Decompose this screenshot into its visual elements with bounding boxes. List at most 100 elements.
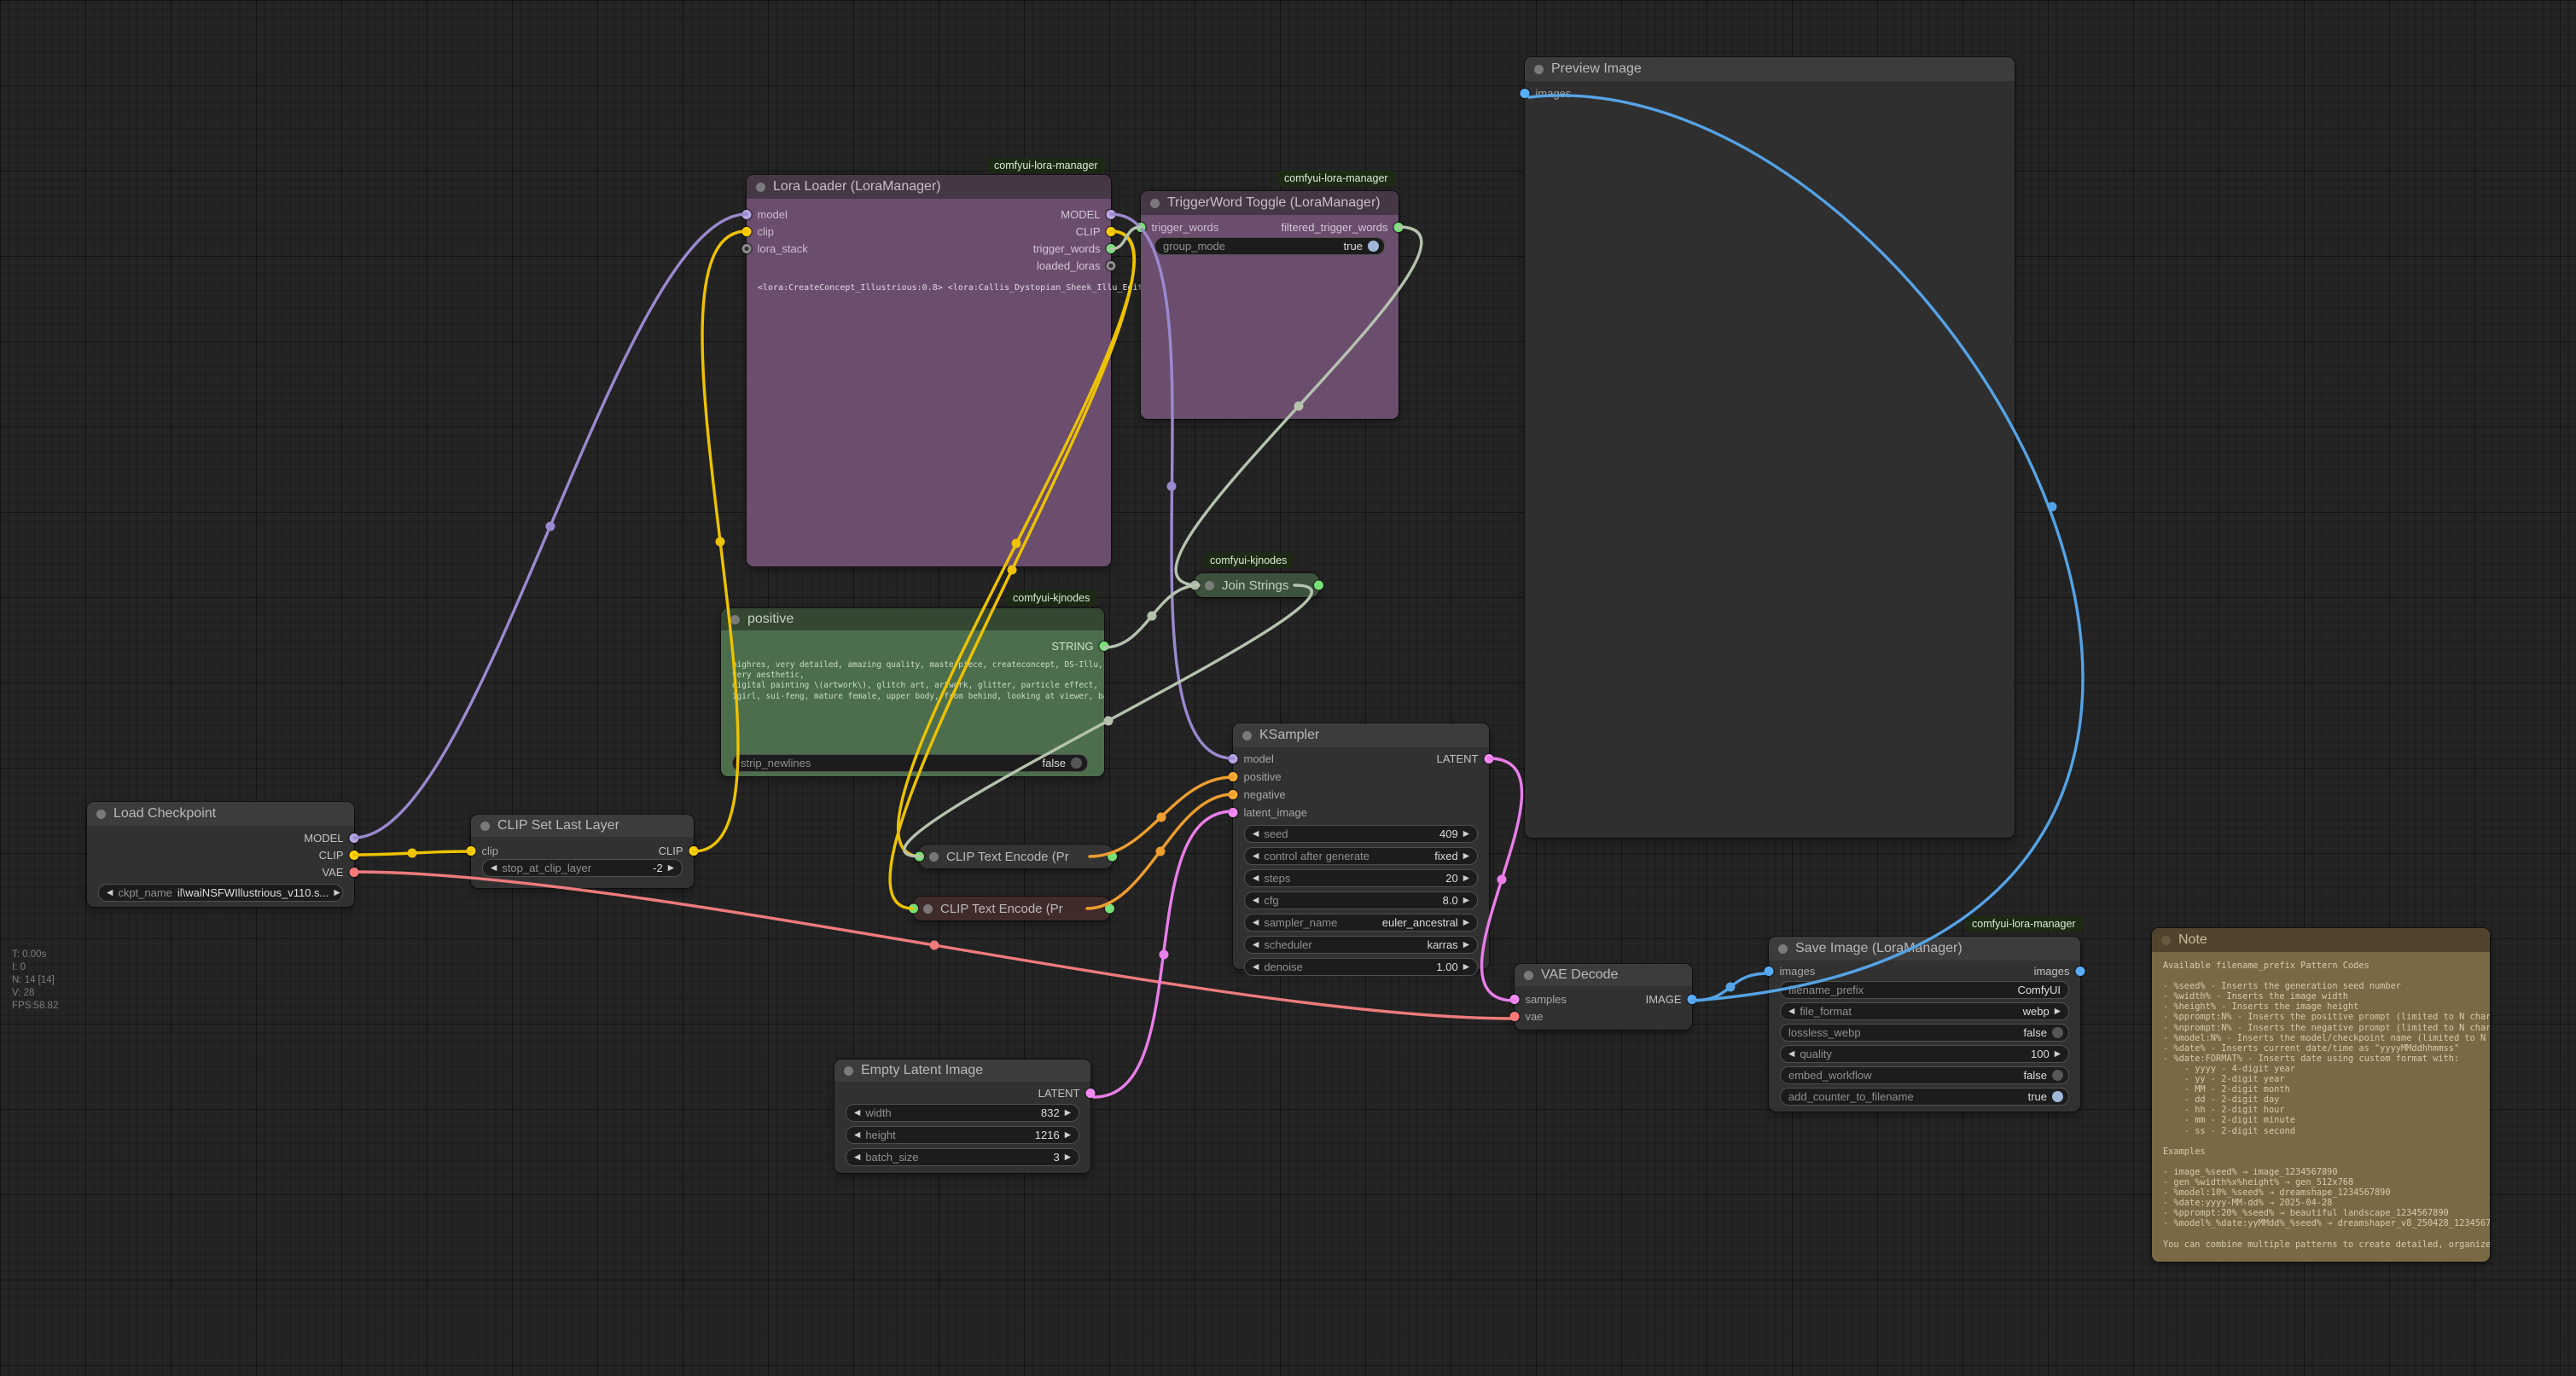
loaded-loras-output-slot[interactable] — [1107, 261, 1116, 270]
filtered-trigger-words-output-slot[interactable] — [1394, 223, 1404, 232]
node-header[interactable]: Note — [2152, 928, 2490, 952]
toggle-off-icon[interactable] — [2052, 1070, 2063, 1081]
combo-right-arrow-icon[interactable]: ▶ — [1065, 1131, 1071, 1140]
node-header[interactable]: KSampler — [1233, 723, 1489, 747]
vae-input-slot[interactable] — [1510, 1012, 1520, 1021]
file-format-widget[interactable]: ◀file_formatwebp▶ — [1780, 1002, 2069, 1020]
node-header[interactable]: Save Image (LoraManager) — [1769, 937, 2080, 961]
collapse-dot-icon[interactable] — [96, 810, 106, 819]
combo-left-arrow-icon[interactable]: ◀ — [1253, 830, 1259, 839]
positive-prompt-text[interactable]: highres, very detailed, amazing quality,… — [721, 654, 1104, 702]
node-clip-text-encode-negative[interactable]: CLIP Text Encode (Pr — [913, 897, 1110, 920]
model-output-slot[interactable] — [350, 833, 359, 843]
embed-workflow-toggle-widget[interactable]: embed_workflowfalse — [1780, 1066, 2069, 1084]
string-output-slot[interactable] — [1100, 642, 1109, 651]
cfg-widget[interactable]: ◀cfg8.0▶ — [1244, 891, 1478, 909]
collapsed-input-slot[interactable] — [1190, 581, 1200, 590]
scheduler-widget[interactable]: ◀schedulerkarras▶ — [1244, 936, 1478, 954]
combo-left-arrow-icon[interactable]: ◀ — [854, 1153, 860, 1162]
collapsed-input-slot[interactable] — [915, 852, 924, 862]
negative-input-slot[interactable] — [1229, 790, 1238, 799]
toggle-off-icon[interactable] — [2052, 1027, 2063, 1038]
denoise-widget[interactable]: ◀denoise1.00▶ — [1244, 958, 1478, 976]
filename-prefix-widget[interactable]: filename_prefixComfyUI — [1780, 981, 2069, 999]
lora-stack-input-slot[interactable] — [742, 244, 752, 253]
node-header[interactable]: VAE Decode — [1515, 964, 1692, 986]
images-input-slot[interactable] — [1521, 89, 1530, 98]
node-preview-image[interactable]: Preview Image images — [1525, 57, 2015, 838]
node-header[interactable]: TriggerWord Toggle (LoraManager) — [1141, 191, 1398, 215]
collapse-dot-icon[interactable] — [844, 1066, 853, 1076]
node-lora-loader[interactable]: Lora Loader (LoraManager) model clip lor… — [747, 175, 1111, 566]
trigger-words-input-slot[interactable] — [1137, 223, 1146, 232]
node-header[interactable]: Load Checkpoint — [87, 802, 354, 826]
collapsed-output-slot[interactable] — [1108, 852, 1117, 862]
combo-left-arrow-icon[interactable]: ◀ — [854, 1109, 860, 1118]
node-triggerword-toggle[interactable]: TriggerWord Toggle (LoraManager) trigger… — [1141, 191, 1398, 419]
collapsed-output-slot[interactable] — [1105, 904, 1114, 914]
toggle-on-icon[interactable] — [1368, 241, 1379, 252]
vae-output-slot[interactable] — [350, 868, 359, 877]
trigger-words-output-slot[interactable] — [1107, 244, 1116, 253]
model-input-slot[interactable] — [1229, 754, 1238, 763]
steps-widget[interactable]: ◀steps20▶ — [1244, 869, 1478, 887]
collapse-dot-icon[interactable] — [480, 822, 490, 831]
combo-right-arrow-icon[interactable]: ▶ — [2055, 1050, 2061, 1059]
clip-output-slot[interactable] — [350, 851, 359, 860]
combo-right-arrow-icon[interactable]: ▶ — [2055, 1007, 2061, 1016]
images-input-slot[interactable] — [1765, 967, 1774, 976]
sampler-name-widget[interactable]: ◀sampler_nameeuler_ancestral▶ — [1244, 914, 1478, 932]
node-empty-latent-image[interactable]: Empty Latent Image LATENT ◀width832▶ ◀he… — [834, 1060, 1090, 1173]
combo-left-arrow-icon[interactable]: ◀ — [1253, 919, 1259, 927]
clip-output-slot[interactable] — [689, 846, 699, 856]
group-mode-toggle-widget[interactable]: group_mode true — [1154, 237, 1385, 255]
combo-right-arrow-icon[interactable]: ▶ — [1463, 852, 1469, 861]
add-counter-toggle-widget[interactable]: add_counter_to_filenametrue — [1780, 1088, 2069, 1106]
height-widget[interactable]: ◀height1216▶ — [846, 1126, 1079, 1144]
collapse-dot-icon[interactable] — [756, 183, 765, 192]
combo-left-arrow-icon[interactable]: ◀ — [854, 1131, 860, 1140]
collapse-dot-icon[interactable] — [1205, 581, 1214, 590]
collapse-dot-icon[interactable] — [1242, 731, 1252, 740]
samples-input-slot[interactable] — [1510, 995, 1520, 1004]
stop-at-clip-layer-widget[interactable]: ◀ stop_at_clip_layer -2 ▶ — [482, 859, 683, 877]
model-input-slot[interactable] — [742, 210, 752, 219]
images-output-slot[interactable] — [2076, 967, 2085, 976]
collapse-dot-icon[interactable] — [923, 904, 933, 914]
image-output-slot[interactable] — [1688, 995, 1697, 1004]
combo-right-arrow-icon[interactable]: ▶ — [1463, 830, 1469, 839]
node-ksampler[interactable]: KSampler model positive negative latent_… — [1233, 723, 1489, 969]
collapse-dot-icon[interactable] — [1534, 65, 1544, 74]
latent-image-input-slot[interactable] — [1229, 808, 1238, 817]
lossless-webp-toggle-widget[interactable]: lossless_webpfalse — [1780, 1024, 2069, 1042]
clip-input-slot[interactable] — [467, 846, 476, 856]
seed-widget[interactable]: ◀seed409▶ — [1244, 825, 1478, 843]
node-header[interactable]: positive — [721, 608, 1104, 630]
combo-right-arrow-icon[interactable]: ▶ — [668, 864, 674, 873]
collapse-dot-icon[interactable] — [730, 615, 740, 624]
node-header[interactable]: Preview Image — [1525, 57, 2015, 81]
combo-right-arrow-icon[interactable]: ▶ — [1463, 919, 1469, 927]
positive-input-slot[interactable] — [1229, 772, 1238, 781]
toggle-on-icon[interactable] — [2052, 1091, 2063, 1102]
latent-output-slot[interactable] — [1485, 754, 1494, 763]
combo-left-arrow-icon[interactable]: ◀ — [1788, 1007, 1794, 1016]
collapse-dot-icon[interactable] — [929, 852, 939, 862]
node-join-strings[interactable]: Join Strings — [1195, 573, 1319, 597]
node-clip-text-encode-positive[interactable]: CLIP Text Encode (Pr — [919, 845, 1113, 868]
node-clip-set-last-layer[interactable]: CLIP Set Last Layer clip CLIP ◀ stop_at_… — [471, 815, 694, 888]
collapse-dot-icon[interactable] — [1150, 199, 1160, 208]
combo-left-arrow-icon[interactable]: ◀ — [491, 864, 497, 873]
node-load-checkpoint[interactable]: Load Checkpoint MODEL CLIP VAE ◀ ckpt_na… — [87, 802, 354, 907]
node-save-image[interactable]: Save Image (LoraManager) images images f… — [1769, 937, 2080, 1112]
collapsed-output-slot[interactable] — [1314, 581, 1323, 590]
combo-left-arrow-icon[interactable]: ◀ — [1253, 941, 1259, 949]
clip-output-slot[interactable] — [1107, 227, 1116, 236]
combo-left-arrow-icon[interactable]: ◀ — [1253, 874, 1259, 883]
collapse-dot-icon[interactable] — [1778, 944, 1788, 954]
toggle-off-icon[interactable] — [1071, 758, 1082, 769]
node-note[interactable]: Note Available filename_prefix Pattern C… — [2152, 928, 2490, 1262]
combo-left-arrow-icon[interactable]: ◀ — [1788, 1050, 1794, 1059]
comfyui-graph-canvas[interactable]: T: 0.00s I: 0 N: 14 [14] V: 28 FPS:58.82… — [0, 0, 2576, 1376]
strip-newlines-toggle-widget[interactable]: strip_newlines false — [732, 754, 1088, 772]
